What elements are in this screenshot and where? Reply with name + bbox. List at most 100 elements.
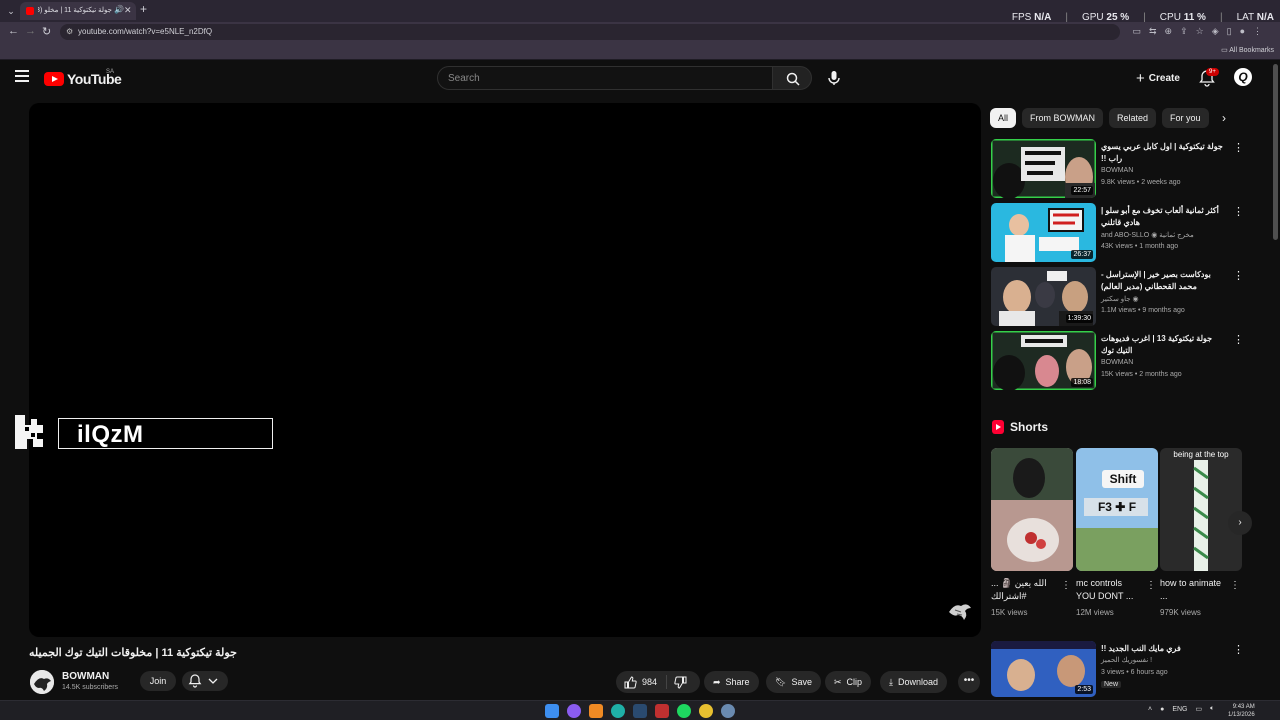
search-button[interactable] xyxy=(772,66,812,90)
recommended-video[interactable]: 2:53 فري مايك النب الجديد !! نفسوريك الح… xyxy=(991,641,1251,701)
spotify-icon[interactable] xyxy=(677,704,691,718)
short-thumbnail-image xyxy=(1160,448,1242,571)
clip-button[interactable]: ✂ Clip xyxy=(825,671,872,693)
url-field[interactable]: ⚙ youtube.com/watch?v=e5NLE_n2DfQ xyxy=(60,24,1120,40)
video-channel[interactable]: and ABO-SLLO ◉ مخرج ثمانية xyxy=(1101,231,1194,239)
forward-arrow-icon[interactable]: → xyxy=(25,25,36,37)
short-item[interactable]: Shift F3 ✚ F mc controls YOU DONT ... 12… xyxy=(1076,448,1158,624)
video-channel[interactable]: BOWMAN xyxy=(1101,167,1133,174)
chip-all[interactable]: All xyxy=(990,108,1017,128)
video-thumbnail[interactable]: 26:37 xyxy=(991,203,1096,262)
shorts-next-chevron-icon[interactable]: › xyxy=(1228,511,1252,535)
video-title[interactable]: جولة تيكتوكية | اول كابل عربي يسوي راب !… xyxy=(1101,141,1223,165)
tab-search-icon[interactable]: ⌄ xyxy=(4,4,18,18)
tray-app-icon[interactable]: ● xyxy=(1160,706,1164,713)
chip-related[interactable]: Related xyxy=(1109,108,1157,128)
page-scrollbar[interactable] xyxy=(1271,60,1280,700)
video-title[interactable]: جولة تيكتوكية 13 | اغرب فديوهات التيك تو… xyxy=(1101,333,1223,357)
video-channel[interactable]: نفسوريك الحميز ! xyxy=(1101,656,1152,664)
zoom-icon[interactable]: ⊕ xyxy=(1165,26,1173,37)
more-actions-button[interactable]: ••• xyxy=(958,671,980,693)
share-button[interactable]: ➦ Share xyxy=(704,671,759,693)
video-thumbnail[interactable]: 1:39:30 xyxy=(991,267,1096,326)
create-button[interactable]: + Create xyxy=(1130,68,1186,88)
profile-icon[interactable]: ● xyxy=(1240,26,1245,37)
browser-tab-active[interactable]: جولة تيكتوكية 11 | مخلو (123) 🔊 ✕ xyxy=(20,2,136,20)
sidebar-icon[interactable]: ▯ xyxy=(1227,26,1232,37)
tab-close-icon[interactable]: ✕ xyxy=(124,5,132,16)
short-thumbnail[interactable] xyxy=(991,448,1073,571)
channel-name[interactable]: BOWMAN xyxy=(62,671,109,682)
illustrator-icon[interactable] xyxy=(589,704,603,718)
video-thumbnail[interactable]: 22:57 xyxy=(991,139,1096,198)
chip-from-channel[interactable]: From BOWMAN xyxy=(1022,108,1104,128)
short-item[interactable]: being at the top how to animate ... 979K… xyxy=(1160,448,1242,624)
save-button[interactable]: 🔖︎ Save xyxy=(766,671,821,693)
more-options-icon[interactable]: ⋮ xyxy=(1146,580,1156,591)
short-thumbnail[interactable]: Shift F3 ✚ F xyxy=(1076,448,1158,571)
video-thumbnail[interactable]: 2:53 xyxy=(991,641,1096,697)
short-title[interactable]: how to animate ... xyxy=(1160,577,1226,603)
site-info-icon[interactable]: ⚙ xyxy=(66,27,73,36)
search-input[interactable] xyxy=(448,71,748,85)
chrome-icon[interactable] xyxy=(699,704,713,718)
channel-logo-overlay-icon xyxy=(15,415,43,449)
video-thumbnail[interactable]: 18:08 xyxy=(991,331,1096,390)
subscription-bell-button[interactable] xyxy=(182,671,228,691)
join-button[interactable]: Join xyxy=(140,671,176,691)
more-options-icon[interactable]: ⋮ xyxy=(1233,205,1244,218)
recommended-video[interactable]: 26:37 أكثر ثمانية ألعاب تخوف مع أبو سلو … xyxy=(991,203,1251,263)
windows-start-icon[interactable] xyxy=(545,704,559,718)
more-options-icon[interactable]: ⋮ xyxy=(1061,580,1071,591)
scrollbar-thumb[interactable] xyxy=(1273,64,1278,240)
volume-icon[interactable]: 🔈︎ xyxy=(1210,705,1214,713)
discord-icon[interactable] xyxy=(567,704,581,718)
video-channel[interactable]: جاو سكتير ◉ xyxy=(1101,295,1139,303)
taskbar-clock[interactable]: 9:43 AM 1/13/2026 xyxy=(1228,703,1255,719)
video-title[interactable]: أكثر ثمانية ألعاب تخوف مع أبو سلو | هادي… xyxy=(1101,205,1223,229)
hamburger-menu-icon[interactable] xyxy=(15,70,29,82)
download-button[interactable]: ⤓ Download xyxy=(880,671,948,693)
channel-avatar[interactable] xyxy=(30,670,54,694)
back-arrow-icon[interactable]: ← xyxy=(8,25,19,37)
recommended-video[interactable]: 1:39:30 بودكاست بصير خير | الإستراسل - م… xyxy=(991,267,1251,327)
more-options-icon[interactable]: ⋮ xyxy=(1233,141,1244,154)
install-app-icon[interactable]: ▭ xyxy=(1132,26,1141,37)
tray-overflow-chevron-icon[interactable]: ˄ xyxy=(1148,706,1152,713)
short-item[interactable]: الله يعين 🗿 ... #اشترالك 15K views ⋮ xyxy=(991,448,1073,624)
video-player[interactable] xyxy=(29,103,981,637)
steam-icon[interactable] xyxy=(633,704,647,718)
video-channel[interactable]: BOWMAN xyxy=(1101,359,1133,366)
language-indicator[interactable]: ENG xyxy=(1172,706,1187,713)
browser-menu-icon[interactable]: ⋮ xyxy=(1253,26,1262,37)
video-title[interactable]: بودكاست بصير خير | الإستراسل - محمد القح… xyxy=(1101,269,1223,293)
app-icon[interactable] xyxy=(655,704,669,718)
thumbs-up-icon[interactable] xyxy=(624,676,637,689)
bookmark-star-icon[interactable]: ☆ xyxy=(1196,26,1204,37)
more-options-icon[interactable]: ⋮ xyxy=(1233,643,1244,656)
more-options-icon[interactable]: ⋮ xyxy=(1233,333,1244,346)
recommended-video[interactable]: 18:08 جولة تيكتوكية 13 | اغرب فديوهات ال… xyxy=(991,331,1251,391)
short-title[interactable]: الله يعين 🗿 ... #اشترالك xyxy=(991,577,1057,603)
short-title[interactable]: mc controls YOU DONT ... xyxy=(1076,577,1142,603)
tab-audio-icon[interactable]: 🔊 xyxy=(114,5,124,14)
thumbs-down-icon[interactable] xyxy=(674,676,687,689)
voice-search-button[interactable] xyxy=(824,68,844,88)
chevron-right-icon[interactable]: › xyxy=(1222,111,1226,125)
more-options-icon[interactable]: ⋮ xyxy=(1230,580,1240,591)
all-bookmarks-button[interactable]: ▭ All Bookmarks xyxy=(1221,46,1274,54)
video-duration: 22:57 xyxy=(1071,186,1093,195)
short-thumbnail[interactable]: being at the top xyxy=(1160,448,1242,571)
extensions-icon[interactable]: ◈ xyxy=(1212,26,1219,37)
edge-icon[interactable] xyxy=(611,704,625,718)
translate-icon[interactable]: ⇆ xyxy=(1149,26,1157,37)
recommended-video[interactable]: 22:57 جولة تيكتوكية | اول كابل عربي يسوي… xyxy=(991,139,1251,199)
more-options-icon[interactable]: ⋮ xyxy=(1233,269,1244,282)
account-avatar[interactable]: Q xyxy=(1234,68,1252,86)
network-icon[interactable]: ▭ xyxy=(1196,705,1203,713)
chip-for-you[interactable]: For you xyxy=(1162,108,1209,128)
share-page-icon[interactable]: ⇪ xyxy=(1180,26,1188,37)
reload-icon[interactable]: ↻ xyxy=(42,25,51,38)
new-tab-button[interactable]: + xyxy=(140,2,147,16)
settings-gear-icon[interactable] xyxy=(721,704,735,718)
